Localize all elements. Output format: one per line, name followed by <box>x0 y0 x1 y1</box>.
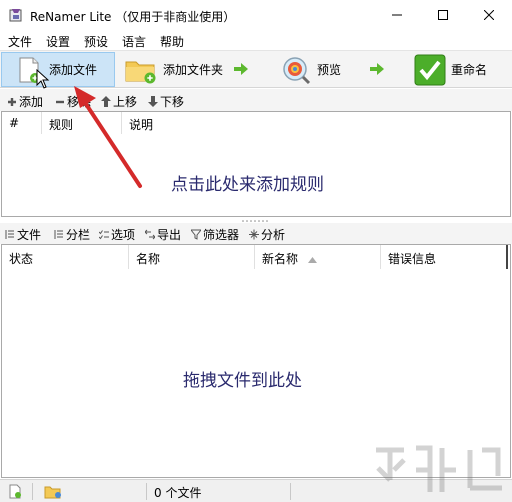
preview-label: 预览 <box>317 63 342 77</box>
remove-rule-button[interactable]: 移除 <box>55 93 91 110</box>
columns-menu-button[interactable]: 分栏 <box>54 226 90 243</box>
menu-file[interactable]: 文件 <box>8 33 32 50</box>
remove-rule-label: 移除 <box>67 95 92 109</box>
close-icon <box>484 10 494 20</box>
rename-button[interactable]: 重命名 <box>412 52 502 87</box>
files-col-name[interactable]: 名称 <box>129 245 255 269</box>
add-folder-icon <box>125 61 156 83</box>
rules-empty-hint[interactable]: 点击此处来添加规则 <box>171 170 324 195</box>
files-col-status[interactable]: 状态 <box>2 245 129 269</box>
rules-col-number[interactable]: # <box>4 112 42 134</box>
add-rule-button[interactable]: 添加 <box>7 93 43 110</box>
menu-settings[interactable]: 设置 <box>46 33 70 50</box>
status-separator <box>146 483 147 500</box>
maximize-icon <box>438 10 448 20</box>
add-file-small-icon[interactable] <box>8 484 22 499</box>
plus-icon <box>8 97 16 106</box>
analyze-menu-label: 分析 <box>261 228 286 242</box>
filter-menu-button[interactable]: 筛选器 <box>191 226 239 243</box>
app-icon <box>9 9 22 22</box>
preview-button[interactable]: 预览 <box>278 52 348 87</box>
minus-icon <box>56 100 64 103</box>
sort-ascending-icon <box>307 257 317 263</box>
checkmark-icon <box>414 54 446 85</box>
move-down-label: 下移 <box>160 95 185 109</box>
rename-label: 重命名 <box>451 63 488 77</box>
export-menu-button[interactable]: 导出 <box>145 226 181 243</box>
files-toolbar: 文件 分栏 选项 导出 筛选器 分析 <box>0 223 512 244</box>
add-folder-button[interactable]: 添加文件夹 <box>122 52 252 87</box>
close-button[interactable] <box>466 0 512 30</box>
files-menu-label: 文件 <box>17 228 42 242</box>
arrow-right-icon <box>234 63 248 75</box>
move-up-label: 上移 <box>113 95 138 109</box>
minimize-button[interactable] <box>374 0 420 30</box>
checklist-icon <box>99 230 109 240</box>
status-separator <box>290 483 291 500</box>
rules-col-rule[interactable]: 规则 <box>44 112 122 134</box>
columns-menu-label: 分栏 <box>66 228 91 242</box>
move-down-button[interactable]: 下移 <box>148 93 184 110</box>
move-up-button[interactable]: 上移 <box>101 93 137 110</box>
arrow-up-icon <box>101 96 111 107</box>
export-icon <box>145 229 155 240</box>
filter-menu-label: 筛选器 <box>203 228 240 242</box>
menu-help[interactable]: 帮助 <box>160 33 184 50</box>
columns-icon <box>54 230 63 239</box>
status-separator <box>32 483 33 500</box>
files-col-new-name[interactable]: 新名称 <box>255 245 381 269</box>
add-rule-label: 添加 <box>19 95 44 109</box>
menu-presets[interactable]: 预设 <box>84 33 108 50</box>
minimize-icon <box>392 14 402 16</box>
add-folder-small-icon[interactable] <box>44 484 62 499</box>
main-toolbar: 添加文件 添加文件夹 预览 重命名 <box>0 50 512 88</box>
add-files-label: 添加文件 <box>49 63 98 77</box>
menu-bar: 文件 设置 预设 语言 帮助 <box>0 30 512 50</box>
menu-language[interactable]: 语言 <box>122 33 146 50</box>
rules-table[interactable]: # 规则 说明 点击此处来添加规则 <box>1 111 511 217</box>
options-menu-button[interactable]: 选项 <box>99 226 135 243</box>
add-files-button[interactable]: 添加文件 <box>1 52 115 87</box>
title-bar: ReNamer Lite （仅用于非商业使用） <box>0 0 512 30</box>
filter-icon <box>191 229 201 240</box>
files-menu-button[interactable]: 文件 <box>5 226 41 243</box>
arrow-down-icon <box>148 96 158 107</box>
export-menu-label: 导出 <box>157 228 182 242</box>
files-col-error[interactable]: 错误信息 <box>381 245 508 269</box>
options-menu-label: 选项 <box>111 228 136 242</box>
maximize-button[interactable] <box>420 0 466 30</box>
file-count: 0 个文件 <box>154 486 202 500</box>
files-empty-hint[interactable]: 拖拽文件到此处 <box>183 366 302 391</box>
window-title: ReNamer Lite （仅用于非商业使用） <box>30 10 236 24</box>
analyze-icon <box>249 229 259 240</box>
add-folder-label: 添加文件夹 <box>163 63 224 77</box>
mouse-cursor-icon <box>36 69 50 89</box>
arrow-right-icon <box>370 63 384 75</box>
rules-toolbar: 添加 移除 上移 下移 <box>0 89 512 111</box>
rules-col-description[interactable]: 说明 <box>124 112 510 134</box>
list-icon <box>5 230 14 239</box>
magnifier-icon <box>283 56 311 84</box>
files-col-new-name-label: 新名称 <box>262 252 299 266</box>
watermark-logo <box>376 445 502 492</box>
analyze-menu-button[interactable]: 分析 <box>249 226 285 243</box>
